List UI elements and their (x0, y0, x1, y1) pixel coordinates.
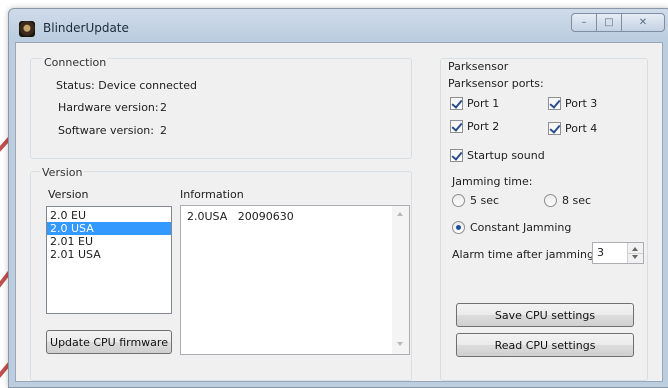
checkbox-checked-icon[interactable] (450, 120, 463, 133)
radio-5sec[interactable]: 5 sec (452, 194, 499, 207)
read-cpu-settings-button[interactable]: Read CPU settings (456, 333, 634, 357)
alarm-time-label: Alarm time after jamming: (452, 248, 598, 261)
information-text: 2.0USA 20090630 (187, 210, 294, 223)
close-button[interactable]: ✕ (621, 13, 665, 32)
client-area: Connection Status: Device connected Hard… (15, 42, 663, 382)
version-list-item-selected[interactable]: 2.0 USA (47, 222, 171, 235)
radio-unchecked-icon[interactable] (452, 194, 465, 207)
version-list-item[interactable]: 2.01 USA (47, 248, 171, 261)
parksensor-group-label: Parksensor (448, 60, 509, 73)
connection-group-label: Connection (42, 56, 109, 69)
scroll-down-icon[interactable] (397, 342, 403, 346)
startup-sound-checkbox[interactable]: Startup sound (450, 149, 545, 162)
version-list-header: Version (48, 188, 89, 201)
spin-up-icon[interactable] (632, 247, 638, 251)
parksensor-ports-label: Parksensor ports: (448, 77, 544, 90)
radio-8sec[interactable]: 8 sec (544, 194, 591, 207)
radio-checked-icon[interactable] (452, 221, 465, 234)
information-scrollbar[interactable] (392, 206, 409, 354)
radio-constant-label: Constant Jamming (470, 221, 572, 234)
version-list-item[interactable]: 2.01 EU (47, 235, 171, 248)
maximize-icon: □ (604, 17, 614, 28)
port4-label: Port 4 (565, 122, 598, 135)
title-bar[interactable]: BlinderUpdate – □ ✕ (9, 9, 668, 41)
minimize-button[interactable]: – (571, 13, 597, 32)
radio-5sec-label: 5 sec (470, 194, 500, 207)
alarm-time-value: 3 (597, 246, 604, 259)
spin-down-icon[interactable] (632, 255, 638, 259)
window-title: BlinderUpdate (43, 21, 129, 35)
scroll-up-icon[interactable] (397, 212, 403, 216)
version-listbox[interactable]: 2.0 EU 2.0 USA 2.01 EU 2.01 USA (46, 206, 172, 314)
update-cpu-firmware-button[interactable]: Update CPU firmware (46, 330, 172, 354)
port1-label: Port 1 (467, 97, 500, 110)
connection-status: Status: Device connected (56, 79, 197, 92)
information-textbox[interactable]: 2.0USA 20090630 (180, 205, 410, 355)
software-version-value: 2 (160, 124, 167, 137)
save-cpu-settings-button[interactable]: Save CPU settings (456, 303, 634, 327)
alarm-time-spinner[interactable]: 3 (592, 242, 644, 264)
software-version-label: Software version: (58, 124, 154, 137)
jamming-time-label: Jamming time: (452, 175, 533, 188)
port2-label: Port 2 (467, 120, 500, 133)
hardware-version-label: Hardware version: (58, 101, 159, 114)
information-header: Information (180, 188, 244, 201)
radio-constant-jamming[interactable]: Constant Jamming (452, 221, 571, 234)
port3-label: Port 3 (565, 97, 598, 110)
version-list-item[interactable]: 2.0 EU (47, 209, 171, 222)
startup-sound-label: Startup sound (467, 149, 545, 162)
version-group-label: Version (40, 166, 85, 179)
minimize-icon: – (581, 17, 587, 28)
hardware-version-value: 2 (160, 101, 167, 114)
port3-checkbox[interactable]: Port 3 (548, 97, 597, 110)
port1-checkbox[interactable]: Port 1 (450, 97, 499, 110)
radio-8sec-label: 8 sec (562, 194, 592, 207)
port2-checkbox[interactable]: Port 2 (450, 120, 499, 133)
maximize-button[interactable]: □ (596, 13, 622, 32)
checkbox-checked-icon[interactable] (548, 97, 561, 110)
checkbox-checked-icon[interactable] (450, 149, 463, 162)
caption-buttons: – □ ✕ (571, 13, 665, 33)
spin-divider (628, 253, 643, 254)
spinner-buttons (627, 243, 643, 263)
main-window: BlinderUpdate – □ ✕ Connection Status: D… (8, 8, 668, 388)
close-icon: ✕ (638, 17, 648, 28)
checkbox-checked-icon[interactable] (450, 97, 463, 110)
radio-unchecked-icon[interactable] (544, 194, 557, 207)
port4-checkbox[interactable]: Port 4 (548, 122, 597, 135)
checkbox-checked-icon[interactable] (548, 122, 561, 135)
app-icon (19, 21, 35, 37)
